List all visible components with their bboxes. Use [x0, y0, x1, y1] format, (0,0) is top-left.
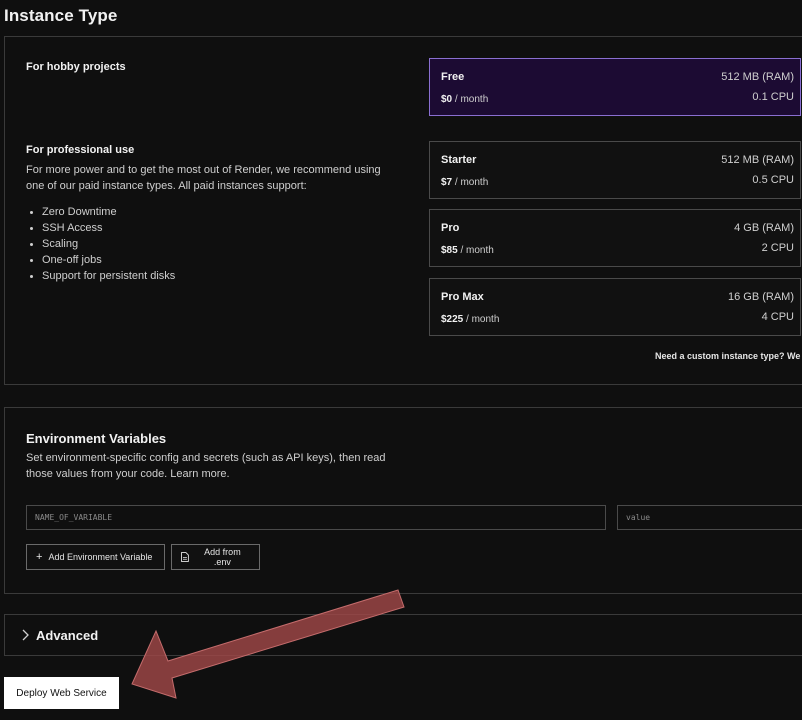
plus-icon: + — [36, 550, 43, 563]
plan-price: $7 / month — [441, 177, 489, 188]
plan-ram: 4 GB (RAM) — [734, 222, 794, 234]
deploy-web-service-button[interactable]: Deploy Web Service — [4, 677, 119, 709]
page-title: Instance Type — [4, 6, 118, 25]
plan-card-pro-max[interactable]: Pro Max $225 / month 16 GB (RAM) 4 CPU — [429, 278, 801, 336]
hobby-projects-label: For hobby projects — [26, 61, 126, 73]
plan-price: $0 / month — [441, 94, 489, 105]
plan-card-free[interactable]: Free $0 / month 512 MB (RAM) 0.1 CPU — [429, 58, 801, 116]
plan-price: $85 / month — [441, 245, 494, 256]
professional-use-description: For more power and to get the most out o… — [26, 164, 381, 192]
env-name-input[interactable] — [26, 505, 606, 530]
plan-ram: 512 MB (RAM) — [721, 71, 794, 83]
plan-card-starter[interactable]: Starter $7 / month 512 MB (RAM) 0.5 CPU — [429, 141, 801, 199]
custom-instance-link[interactable]: Need a custom instance type? We s... — [655, 351, 802, 361]
advanced-label: Advanced — [36, 628, 99, 643]
file-icon — [181, 552, 189, 562]
feature-item: One-off jobs — [26, 252, 175, 268]
chevron-right-icon — [22, 629, 29, 641]
feature-item: Zero Downtime — [26, 204, 175, 220]
plan-ram: 512 MB (RAM) — [721, 154, 794, 166]
add-from-env-button[interactable]: Add from .env — [171, 544, 260, 570]
instance-type-panel: For hobby projects For professional use … — [4, 36, 802, 385]
plan-name: Pro — [441, 222, 460, 234]
feature-item: Support for persistent disks — [26, 268, 175, 284]
professional-use-label: For professional use — [26, 144, 135, 156]
advanced-section-toggle[interactable]: Advanced — [4, 614, 802, 656]
env-value-input[interactable] — [617, 505, 802, 530]
plan-cpu: 0.1 CPU — [752, 91, 794, 103]
feature-item: SSH Access — [26, 220, 175, 236]
add-env-button-label: Add Environment Variable — [48, 552, 153, 562]
plan-cpu: 4 CPU — [761, 311, 794, 323]
feature-item: Scaling — [26, 236, 175, 252]
plan-card-pro[interactable]: Pro $85 / month 4 GB (RAM) 2 CPU — [429, 209, 801, 267]
plan-cpu: 0.5 CPU — [752, 174, 794, 186]
plan-name: Starter — [441, 154, 477, 166]
plan-cpu: 2 CPU — [761, 242, 794, 254]
feature-list: Zero Downtime SSH Access Scaling One-off… — [26, 204, 175, 284]
add-environment-variable-button[interactable]: + Add Environment Variable — [26, 544, 165, 570]
env-section-description: Set environment-specific config and secr… — [26, 452, 386, 480]
add-from-env-label: Add from .env — [204, 547, 241, 567]
env-section-title: Environment Variables — [26, 431, 167, 446]
plan-price: $225 / month — [441, 314, 500, 325]
plan-name: Free — [441, 71, 465, 83]
environment-variables-panel: Environment Variables Set environment-sp… — [4, 407, 802, 594]
plan-ram: 16 GB (RAM) — [727, 291, 794, 303]
plan-name: Pro Max — [441, 291, 484, 303]
